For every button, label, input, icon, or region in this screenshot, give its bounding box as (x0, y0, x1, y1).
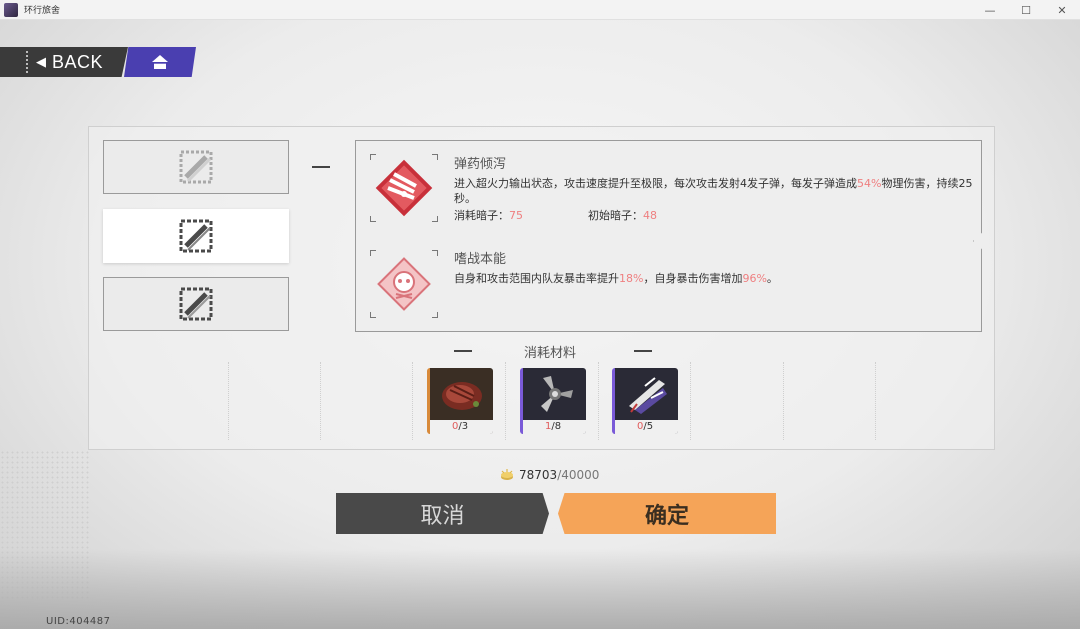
window-titlebar: 环行旅舍 — ☐ ✕ (0, 0, 1080, 20)
material-need: /3 (458, 421, 469, 432)
desc-highlight: 18% (619, 272, 644, 285)
ammo-barrage-icon (375, 159, 433, 217)
grid-divider (228, 362, 229, 440)
grid-divider (690, 362, 691, 440)
material-slot-1[interactable]: 0/3 (427, 368, 493, 434)
currency-current: 78703 (519, 468, 558, 482)
skill-slot-icon (179, 150, 213, 184)
back-label: BACK (52, 51, 104, 72)
skill-2-icon-frame (370, 250, 438, 318)
skill-info-box (355, 140, 982, 332)
meat-icon (442, 382, 482, 410)
cost-label: 消耗暗子： (454, 209, 509, 222)
skill-2-description: 自身和攻击范围内队友暴击率提升18%，自身暴击伤害增加96%。 (454, 271, 974, 286)
confirm-button[interactable]: 确定 (558, 493, 776, 534)
back-button[interactable]: ◀ BACK (0, 47, 128, 77)
material-need: /8 (551, 421, 562, 432)
skill-1-title: 弹药倾泻 (454, 157, 507, 172)
material-count: 0/5 (615, 420, 678, 434)
skill-tab-3[interactable] (103, 277, 289, 331)
currency-display: 78703/40000 (499, 468, 599, 482)
ship-model-icon (629, 377, 667, 414)
grid-divider (598, 362, 599, 440)
battle-instinct-icon (377, 257, 431, 311)
propeller-part-icon (541, 376, 573, 412)
skill-slot-icon (179, 219, 213, 253)
window-title: 环行旅舍 (24, 6, 61, 16)
desc-highlight: 96% (742, 272, 767, 285)
cost-value: 75 (509, 209, 523, 222)
app-icon (4, 2, 18, 17)
grid-divider (783, 362, 784, 440)
coin-icon (501, 469, 513, 480)
maximize-button[interactable]: ☐ (1008, 0, 1044, 20)
decor-bottom-shade (0, 549, 1080, 629)
grid-divider (875, 362, 876, 440)
uid-label: UID:404487 (46, 616, 111, 627)
initial-value: 48 (643, 209, 657, 222)
grid-divider (320, 362, 321, 440)
cancel-button[interactable]: 取消 (336, 493, 549, 534)
desc-highlight: 54% (857, 177, 882, 190)
back-arrow-icon: ◀ (36, 54, 46, 70)
grid-divider (505, 362, 506, 440)
skill-1-initial: 初始暗子：48 (588, 207, 657, 223)
materials-title: 消耗材料 (524, 346, 577, 361)
minimize-button[interactable]: — (972, 0, 1008, 20)
currency-required: /40000 (557, 468, 600, 482)
skill-slot-icon (179, 287, 213, 321)
skill-1-icon-frame (370, 154, 438, 222)
material-count: 0/3 (430, 420, 493, 434)
decor-dash (26, 51, 28, 73)
home-button[interactable] (124, 47, 196, 77)
material-slot-2[interactable]: 1/8 (520, 368, 586, 434)
material-need: /5 (643, 421, 654, 432)
skill-2-title: 嗜战本能 (454, 252, 507, 267)
close-button[interactable]: ✕ (1044, 0, 1080, 20)
decor-dash (634, 350, 652, 352)
skill-1-description: 进入超火力输出状态，攻击速度提升至极限，每次攻击发射4发子弹，每发子弹造成54%… (454, 176, 974, 206)
skill-tab-1[interactable] (103, 140, 289, 194)
material-slot-3[interactable]: 0/5 (612, 368, 678, 434)
material-count: 1/8 (523, 420, 586, 434)
desc-text: 自身和攻击范围内队友暴击率提升 (454, 272, 619, 285)
desc-text: 。 (766, 272, 778, 285)
desc-text: ，自身暴击伤害增加 (643, 272, 743, 285)
decor-dash (454, 350, 472, 352)
initial-label: 初始暗子： (588, 209, 643, 222)
decor-dash (312, 166, 330, 168)
window-controls: — ☐ ✕ (972, 0, 1080, 20)
desc-text: 进入超火力输出状态，攻击速度提升至极限，每次攻击发射4发子弹，每发子弹造成 (454, 177, 857, 190)
home-icon (152, 55, 168, 69)
skill-tab-2[interactable] (103, 209, 289, 263)
skill-1-cost: 消耗暗子：75 (454, 207, 523, 223)
grid-divider (412, 362, 413, 440)
game-viewport: ◀ BACK 弹药倾泻 进入超火力输出状态，攻击速度提升至极限，每次攻击发射4发… (0, 20, 1080, 629)
